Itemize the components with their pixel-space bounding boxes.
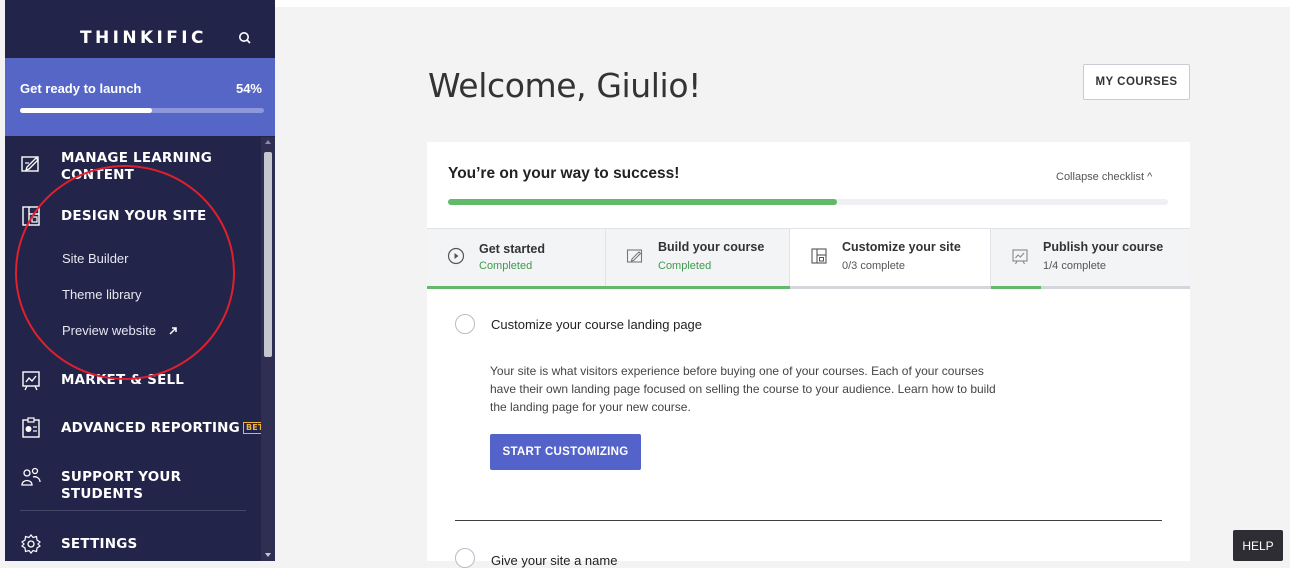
tab-build-your-course[interactable]: Build your course Completed bbox=[606, 229, 790, 289]
edit-icon bbox=[21, 156, 39, 172]
top-border bbox=[275, 0, 1290, 7]
subnav-site-builder[interactable]: Site Builder bbox=[62, 251, 128, 266]
start-customizing-button[interactable]: START CUSTOMIZING bbox=[490, 434, 641, 470]
nav-design-your-site[interactable]: DESIGN YOUR SITE bbox=[5, 205, 261, 233]
subnav-preview-website[interactable]: Preview website bbox=[62, 323, 178, 338]
tab-status: 0/3 complete bbox=[842, 260, 905, 272]
collapse-checklist-link[interactable]: Collapse checklist ^ bbox=[1056, 171, 1152, 183]
nav-manage-learning-content[interactable]: MANAGE LEARNING CONTENT bbox=[5, 149, 261, 189]
sidebar-scrollbar[interactable] bbox=[261, 137, 275, 561]
page-title: Welcome, Giulio! bbox=[428, 66, 701, 105]
tab-progress-track bbox=[790, 286, 991, 289]
nav-label: SUPPORT YOUR STUDENTS bbox=[61, 469, 182, 502]
checklist-card: You’re on your way to success! Collapse … bbox=[427, 142, 1190, 568]
report-icon bbox=[22, 417, 40, 438]
checklist-title: You’re on your way to success! bbox=[448, 165, 680, 182]
edit-icon bbox=[626, 249, 643, 263]
task-checkbox[interactable] bbox=[455, 314, 475, 334]
launch-label: Get ready to launch bbox=[20, 81, 142, 96]
launch-progress-bar bbox=[20, 108, 264, 113]
sidebar-nav: MANAGE LEARNING CONTENT DESIGN YOUR SITE… bbox=[5, 137, 273, 561]
scroll-up-arrow[interactable] bbox=[265, 140, 271, 144]
brand-logo[interactable]: THINKIFIC bbox=[80, 28, 207, 48]
nav-label: ADVANCED REPORTING BETA bbox=[61, 420, 273, 437]
layout-icon bbox=[811, 248, 827, 264]
external-link-icon bbox=[169, 327, 177, 335]
sidebar: THINKIFIC Get ready to launch 54% MANAGE… bbox=[5, 0, 275, 561]
nav-label: SETTINGS bbox=[61, 536, 138, 552]
tab-title: Customize your site bbox=[842, 240, 961, 254]
task-checkbox[interactable] bbox=[455, 548, 475, 568]
tab-get-started[interactable]: Get started Completed bbox=[427, 229, 606, 289]
subnav-theme-library[interactable]: Theme library bbox=[62, 287, 141, 302]
nav-label-text: ADVANCED REPORTING bbox=[61, 420, 240, 436]
tab-progress-fill bbox=[606, 286, 790, 289]
my-courses-button[interactable]: MY COURSES bbox=[1083, 64, 1190, 100]
checklist-progress-bar bbox=[448, 199, 1168, 205]
chart-board-icon bbox=[1012, 249, 1028, 265]
help-button[interactable]: HELP bbox=[1233, 530, 1283, 561]
scroll-down-arrow[interactable] bbox=[265, 553, 271, 557]
nav-market-sell[interactable]: MARKET & SELL bbox=[5, 369, 261, 397]
tab-progress-fill bbox=[991, 286, 1041, 289]
subnav-label: Preview website bbox=[62, 323, 156, 338]
nav-label: DESIGN YOUR SITE bbox=[61, 208, 207, 224]
tab-status: Completed bbox=[479, 260, 533, 272]
tab-title: Get started bbox=[479, 242, 545, 256]
tab-title: Publish your course bbox=[1043, 240, 1164, 254]
tab-title: Build your course bbox=[658, 240, 765, 254]
launch-progress-panel[interactable]: Get ready to launch 54% bbox=[5, 58, 275, 136]
tab-customize-your-site[interactable]: Customize your site 0/3 complete bbox=[790, 229, 991, 289]
task-description: Your site is what visitors experience be… bbox=[490, 364, 996, 414]
launch-progress-fill bbox=[20, 108, 152, 113]
nav-advanced-reporting[interactable]: ADVANCED REPORTING BETA bbox=[5, 417, 273, 445]
task-title[interactable]: Customize your course landing page bbox=[491, 317, 702, 332]
tab-status: 1/4 complete bbox=[1043, 260, 1106, 272]
chart-board-icon bbox=[22, 371, 40, 391]
gear-icon bbox=[21, 534, 41, 554]
nav-settings[interactable]: SETTINGS bbox=[5, 533, 261, 561]
nav-divider bbox=[20, 510, 246, 511]
checklist-progress-fill bbox=[448, 199, 837, 205]
nav-label: MANAGE LEARNING CONTENT bbox=[61, 150, 212, 183]
tab-progress-fill bbox=[427, 286, 606, 289]
task-divider bbox=[455, 520, 1162, 521]
search-icon[interactable] bbox=[237, 30, 253, 46]
launch-percent: 54% bbox=[235, 81, 262, 96]
tab-publish-your-course[interactable]: Publish your course 1/4 complete bbox=[991, 229, 1190, 289]
play-circle-icon bbox=[447, 247, 465, 265]
nav-label: MARKET & SELL bbox=[61, 372, 185, 388]
scrollbar-thumb[interactable] bbox=[264, 152, 272, 357]
checklist-tabs: Get started Completed Build your course … bbox=[427, 228, 1190, 289]
tab-status: Completed bbox=[658, 260, 712, 272]
layout-icon bbox=[22, 206, 40, 226]
nav-support-your-students[interactable]: SUPPORT YOUR STUDENTS bbox=[5, 466, 261, 502]
people-icon bbox=[21, 467, 41, 486]
